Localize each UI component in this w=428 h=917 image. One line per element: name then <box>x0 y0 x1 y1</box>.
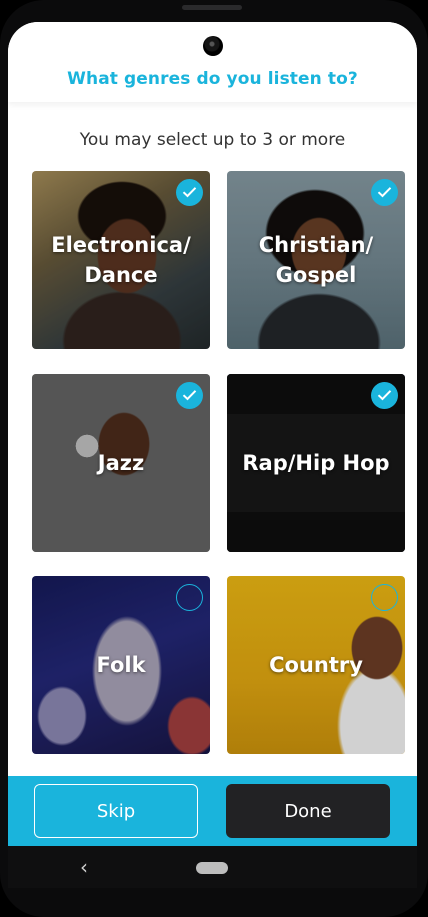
genre-label: Jazz <box>97 451 145 475</box>
genre-tile-electronica[interactable]: Electronica/ Dance <box>32 171 210 349</box>
checkmark-selected-icon[interactable] <box>176 382 203 409</box>
checkmark-selected-icon[interactable] <box>371 179 398 206</box>
genre-tile-folk[interactable]: Folk <box>32 576 210 754</box>
genre-tile-country[interactable]: Country <box>227 576 405 754</box>
selection-hint: You may select up to 3 or more <box>79 130 346 150</box>
home-pill-icon[interactable] <box>196 862 228 874</box>
checkmark-selected-icon[interactable] <box>176 179 203 206</box>
genre-label: Folk <box>96 653 146 677</box>
front-camera-icon <box>203 36 223 56</box>
genre-tile-christian[interactable]: Christian/ Gospel <box>227 171 405 349</box>
header: What genres do you listen to? <box>8 22 417 102</box>
genre-tile-jazz[interactable]: Jazz <box>32 374 210 552</box>
genre-tile-rap-hip-hop[interactable]: Rap/Hip Hop <box>227 374 405 552</box>
skip-button[interactable]: Skip <box>34 784 198 838</box>
back-chevron-icon[interactable]: ‹ <box>80 855 88 879</box>
phone-frame: What genres do you listen to? You may se… <box>0 0 428 917</box>
checkmark-selected-icon[interactable] <box>371 382 398 409</box>
page-title: What genres do you listen to? <box>67 69 358 89</box>
done-button[interactable]: Done <box>226 784 390 838</box>
checkbox-unselected-icon[interactable] <box>176 584 203 611</box>
screen: What genres do you listen to? You may se… <box>8 22 417 888</box>
genre-label: Christian/ Gospel <box>258 233 374 287</box>
system-nav-bar: ‹ <box>8 846 417 888</box>
checkbox-unselected-icon[interactable] <box>371 584 398 611</box>
action-bar: Skip Done <box>8 776 417 846</box>
genre-label: Electronica/ Dance <box>51 233 191 287</box>
genre-label: Rap/Hip Hop <box>242 451 390 475</box>
genre-label: Country <box>269 653 363 677</box>
